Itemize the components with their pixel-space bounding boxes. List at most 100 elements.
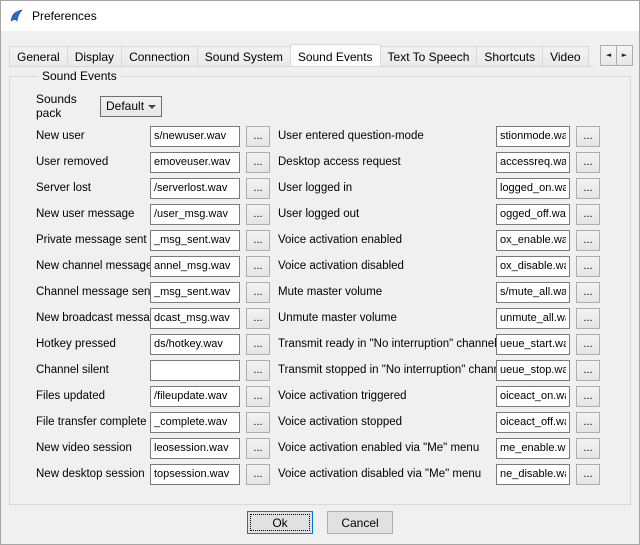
browse-button[interactable]: ... <box>576 360 600 381</box>
sound-file-input[interactable] <box>496 152 570 173</box>
sound-event-label: Voice activation triggered <box>278 390 496 402</box>
browse-button[interactable]: ... <box>246 152 270 173</box>
sound-event-label: Voice activation stopped <box>278 416 496 428</box>
sounds-pack-value: Default <box>106 99 144 113</box>
browse-button[interactable]: ... <box>246 386 270 407</box>
sound-file-input[interactable] <box>150 204 240 225</box>
browse-button[interactable]: ... <box>246 334 270 355</box>
sound-event-row: Voice activation enabled via "Me" menu..… <box>278 435 600 461</box>
tab-general[interactable]: General <box>9 46 68 66</box>
app-icon <box>9 8 25 24</box>
browse-button[interactable]: ... <box>576 282 600 303</box>
window-title: Preferences <box>32 9 97 23</box>
sound-file-input[interactable] <box>150 464 240 485</box>
sound-file-input[interactable] <box>150 438 240 459</box>
sound-event-row: Server lost... <box>36 175 270 201</box>
sound-event-row: Private message sent... <box>36 227 270 253</box>
sound-event-label: New user <box>36 130 150 142</box>
cancel-button[interactable]: Cancel <box>327 511 393 534</box>
sound-event-label: User entered question-mode <box>278 130 496 142</box>
sound-event-row: New desktop session... <box>36 461 270 487</box>
sound-file-input[interactable] <box>150 282 240 303</box>
tab-connection[interactable]: Connection <box>121 46 198 66</box>
browse-button[interactable]: ... <box>246 204 270 225</box>
browse-button[interactable]: ... <box>246 412 270 433</box>
sound-event-label: New user message <box>36 208 150 220</box>
browse-button[interactable]: ... <box>576 438 600 459</box>
browse-button[interactable]: ... <box>576 412 600 433</box>
sound-event-label: Voice activation enabled via "Me" menu <box>278 442 496 454</box>
browse-button[interactable]: ... <box>246 360 270 381</box>
sound-file-input[interactable] <box>496 230 570 251</box>
browse-button[interactable]: ... <box>246 178 270 199</box>
sound-event-row: Files updated... <box>36 383 270 409</box>
sound-file-input[interactable] <box>150 230 240 251</box>
sound-file-input[interactable] <box>496 386 570 407</box>
browse-button[interactable]: ... <box>246 308 270 329</box>
sound-event-label: New video session <box>36 442 150 454</box>
sound-file-input[interactable] <box>496 178 570 199</box>
browse-button[interactable]: ... <box>246 282 270 303</box>
sounds-pack-select[interactable]: Default <box>100 96 162 117</box>
sound-file-input[interactable] <box>496 256 570 277</box>
browse-button[interactable]: ... <box>246 126 270 147</box>
tab-sound-system[interactable]: Sound System <box>197 46 291 66</box>
sound-event-label: Voice activation disabled via "Me" menu <box>278 468 496 480</box>
browse-button[interactable]: ... <box>576 204 600 225</box>
sound-event-label: New channel message <box>36 260 150 272</box>
tab-text-to-speech[interactable]: Text To Speech <box>380 46 478 66</box>
browse-button[interactable]: ... <box>576 178 600 199</box>
sound-file-input[interactable] <box>496 308 570 329</box>
sound-file-input[interactable] <box>150 412 240 433</box>
sound-event-row: New video session... <box>36 435 270 461</box>
ok-button[interactable]: Ok <box>247 511 313 534</box>
sound-file-input[interactable] <box>496 126 570 147</box>
browse-button[interactable]: ... <box>576 464 600 485</box>
sound-file-input[interactable] <box>150 256 240 277</box>
browse-button[interactable]: ... <box>246 230 270 251</box>
sound-file-input[interactable] <box>496 204 570 225</box>
tab-display[interactable]: Display <box>67 46 122 66</box>
sound-event-label: New desktop session <box>36 468 150 480</box>
sound-event-label: Transmit stopped in "No interruption" ch… <box>278 364 496 376</box>
sound-file-input[interactable] <box>150 360 240 381</box>
titlebar: Preferences <box>1 1 639 31</box>
browse-button[interactable]: ... <box>576 386 600 407</box>
browse-button[interactable]: ... <box>246 464 270 485</box>
browse-button[interactable]: ... <box>576 334 600 355</box>
tab-sound-events[interactable]: Sound Events <box>290 44 381 67</box>
sound-event-row: New user message... <box>36 201 270 227</box>
tab-video[interactable]: Video <box>542 46 588 66</box>
sound-file-input[interactable] <box>496 334 570 355</box>
sound-file-input[interactable] <box>496 464 570 485</box>
sound-file-input[interactable] <box>150 386 240 407</box>
sound-event-label: New broadcast message <box>36 312 150 324</box>
browse-button[interactable]: ... <box>576 308 600 329</box>
sound-file-input[interactable] <box>150 178 240 199</box>
tab-strip: GeneralDisplayConnectionSound SystemSoun… <box>9 44 594 67</box>
sound-event-row: Channel message sent... <box>36 279 270 305</box>
sound-file-input[interactable] <box>150 152 240 173</box>
sound-event-label: Voice activation enabled <box>278 234 496 246</box>
sound-event-row: User entered question-mode... <box>278 123 600 149</box>
sound-file-input[interactable] <box>496 412 570 433</box>
tab-scroll-left-button[interactable]: ◄ <box>600 45 617 66</box>
sound-file-input[interactable] <box>150 334 240 355</box>
sound-event-label: Voice activation disabled <box>278 260 496 272</box>
sound-file-input[interactable] <box>496 282 570 303</box>
browse-button[interactable]: ... <box>246 256 270 277</box>
browse-button[interactable]: ... <box>576 230 600 251</box>
sound-file-input[interactable] <box>496 438 570 459</box>
tab-shortcuts[interactable]: Shortcuts <box>476 46 543 66</box>
tab-scroll-right-button[interactable]: ► <box>616 45 633 66</box>
sound-file-input[interactable] <box>150 308 240 329</box>
sound-file-input[interactable] <box>496 360 570 381</box>
sound-file-input[interactable] <box>150 126 240 147</box>
browse-button[interactable]: ... <box>576 152 600 173</box>
sound-event-row: User logged in... <box>278 175 600 201</box>
browse-button[interactable]: ... <box>246 438 270 459</box>
browse-button[interactable]: ... <box>576 256 600 277</box>
dialog-buttons: Ok Cancel <box>9 511 631 534</box>
browse-button[interactable]: ... <box>576 126 600 147</box>
sound-event-label: Unmute master volume <box>278 312 496 324</box>
